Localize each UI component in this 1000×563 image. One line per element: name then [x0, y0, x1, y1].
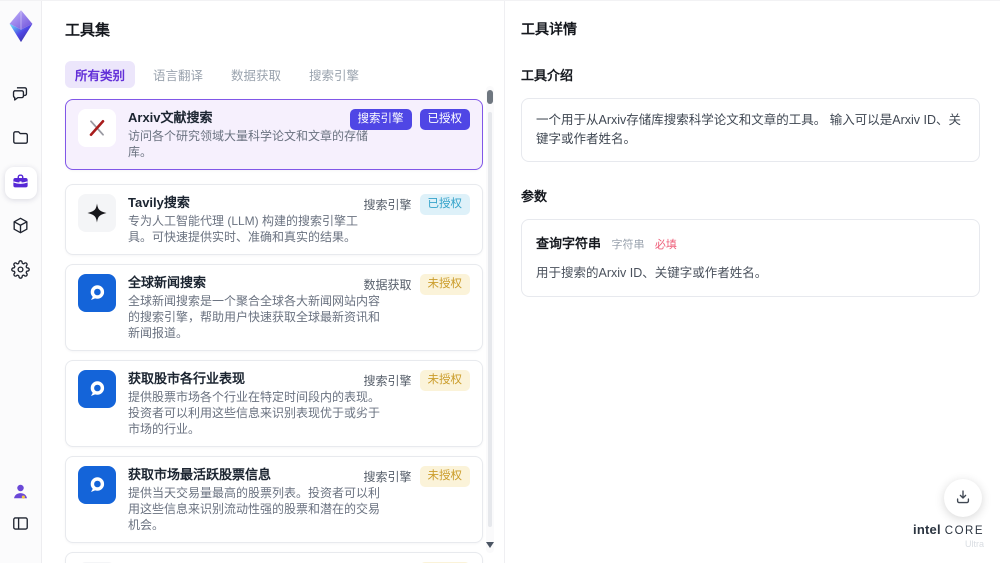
- category-label: 数据获取: [363, 277, 412, 292]
- tool-list: Arxiv文献搜索 访问各个研究领域大量科学论文和文章的存储库。 搜索引擎 已授…: [65, 99, 483, 563]
- scrollbar-thumb[interactable]: [487, 90, 493, 104]
- tool-card-global-news[interactable]: 全球新闻搜索 全球新闻搜索是一个聚合全球各大新闻网站内容的搜索引擎，帮助用户快速…: [65, 264, 483, 351]
- tool-description: 提供当天交易量最高的股票列表。投资者可以利用这些信息来识别流动性强的股票和潜在的…: [128, 486, 381, 532]
- intro-heading: 工具介绍: [521, 68, 574, 83]
- page-title: 工具集: [65, 22, 111, 39]
- briefcase-icon: [11, 172, 30, 194]
- tool-card-stock-sector[interactable]: 获取股市各行业表现 提供股票市场各个行业在特定时间段内的表现。投资者可以利用这些…: [65, 360, 483, 447]
- auth-badge: 未授权: [419, 274, 470, 295]
- core-wordmark: CORE: [944, 525, 984, 538]
- tab-search-engine[interactable]: 搜索引擎: [299, 61, 369, 88]
- auth-badge: 未授权: [419, 466, 470, 487]
- parameter-box: 查询字符串 字符串 必填 用于搜索的Arxiv ID、关键字或作者姓名。: [521, 218, 980, 297]
- tool-card-arxiv[interactable]: Arxiv文献搜索 访问各个研究领域大量科学论文和文章的存储库。 搜索引擎 已授…: [65, 99, 483, 170]
- tool-card-active-stocks[interactable]: 获取市场最活跃股票信息 提供当天交易量最高的股票列表。投资者可以利用这些信息来识…: [65, 456, 483, 543]
- ultra-wordmark: Ultra: [964, 539, 984, 550]
- sidebar-item-tools[interactable]: [4, 167, 37, 199]
- param-type: 字符串: [611, 238, 645, 251]
- tavily-star-icon: [78, 194, 116, 232]
- scrollbar[interactable]: [486, 86, 494, 553]
- tab-all-categories[interactable]: 所有类别: [65, 61, 136, 88]
- active-stocks-icon: [78, 466, 116, 504]
- user-icon: [11, 482, 30, 504]
- tool-intro-box: 一个用于从Arxiv存储库搜索科学论文和文章的工具。 输入可以是Arxiv ID…: [521, 98, 980, 162]
- tool-list-panel: 工具集 所有类别 语言翻译 数据获取 搜索引擎 Arxiv文献搜索 访问各个研究…: [42, 1, 505, 563]
- chat-icon: [11, 84, 30, 106]
- category-label: 搜索引擎: [363, 373, 412, 388]
- param-name: 查询字符串: [536, 235, 602, 251]
- intel-core-logo: intel CORE Ultra: [913, 523, 984, 550]
- tool-description: 全球新闻搜索是一个聚合全球各大新闻网站内容的搜索引擎，帮助用户快速获取全球最新资…: [128, 294, 381, 340]
- cube-icon: [11, 216, 30, 238]
- auth-badge: 已授权: [419, 109, 470, 130]
- param-required-badge: 必填: [654, 238, 677, 251]
- category-label: 搜索引擎: [363, 469, 412, 484]
- intel-wordmark: intel: [913, 522, 941, 538]
- user-avatar-button[interactable]: [9, 481, 33, 505]
- gear-icon: [11, 260, 30, 282]
- tool-description: 访问各个研究领域大量科学论文和文章的存储库。: [128, 129, 369, 159]
- toggle-sidebar-button[interactable]: [9, 513, 33, 537]
- tab-data-acquisition[interactable]: 数据获取: [221, 61, 291, 88]
- sidebar-bottom: [0, 481, 41, 537]
- global-news-icon: [78, 274, 116, 312]
- tab-language-translation[interactable]: 语言翻译: [143, 61, 213, 88]
- param-description: 用于搜索的Arxiv ID、关键字或作者姓名。: [536, 265, 768, 280]
- scroll-down-arrow-icon[interactable]: [486, 541, 494, 549]
- app-window: 工具集 所有类别 语言翻译 数据获取 搜索引擎 Arxiv文献搜索 访问各个研究…: [0, 0, 1000, 563]
- params-heading: 参数: [521, 188, 548, 204]
- sidebar-item-settings[interactable]: [5, 255, 37, 287]
- category-badge: 搜索引擎: [349, 109, 412, 130]
- detail-title: 工具详情: [521, 21, 577, 37]
- scrollbar-track: [488, 112, 492, 527]
- category-tabs: 所有类别 语言翻译 数据获取 搜索引擎: [65, 61, 504, 88]
- sidebar-item-chat[interactable]: [5, 79, 37, 111]
- tool-description: 提供股票市场各个行业在特定时间段内的表现。投资者可以利用这些信息来识别表现优于或…: [128, 390, 381, 436]
- arxiv-icon: [78, 109, 116, 147]
- tool-description: 专为人工智能代理 (LLM) 构建的搜索引擎工具。可快速提供实时、准确和真实的结…: [128, 214, 359, 244]
- sidebar-item-models[interactable]: [5, 211, 37, 243]
- tool-card-tavily[interactable]: Tavily搜索 专为人工智能代理 (LLM) 构建的搜索引擎工具。可快速提供实…: [65, 184, 483, 255]
- sidebar: [0, 1, 42, 563]
- download-icon: [954, 488, 972, 509]
- stock-sector-icon: [78, 370, 116, 408]
- app-logo-icon[interactable]: [5, 9, 37, 43]
- tool-intro-text: 一个用于从Arxiv存储库搜索科学论文和文章的工具。 输入可以是Arxiv ID…: [536, 113, 962, 146]
- auth-badge: 已授权: [419, 194, 470, 215]
- tool-card-regional-news[interactable]: 万维地区新闻查询 查询具体行政区划内的新闻，快速了解各地新闻动态 搜索引擎 未授…: [65, 552, 483, 563]
- category-label: 搜索引擎: [363, 197, 412, 212]
- auth-badge: 未授权: [419, 370, 470, 391]
- tool-detail-panel: 工具详情 工具介绍 一个用于从Arxiv存储库搜索科学论文和文章的工具。 输入可…: [505, 1, 1000, 563]
- download-button[interactable]: [944, 479, 982, 517]
- folder-icon: [11, 128, 30, 150]
- sidebar-item-files[interactable]: [5, 123, 37, 155]
- sidebar-nav: [4, 79, 37, 287]
- panel-layout-icon: [11, 514, 30, 536]
